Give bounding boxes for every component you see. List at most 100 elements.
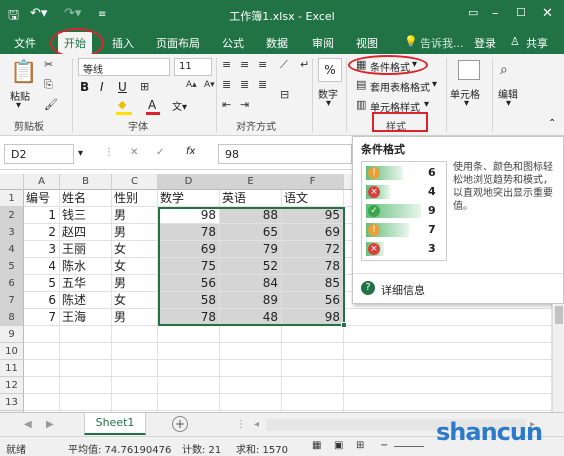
cell[interactable]	[112, 343, 158, 360]
cell[interactable]	[282, 377, 344, 394]
cell[interactable]: 女	[112, 292, 158, 309]
formula-options-icon[interactable]: ⋮	[104, 147, 114, 158]
cell-style-icon[interactable]: ▥	[356, 98, 366, 111]
table-format-dropdown-icon[interactable]: ▾	[432, 79, 437, 90]
cell[interactable]: 79	[220, 241, 282, 258]
cell[interactable]	[60, 360, 112, 377]
underline-button[interactable]: U	[118, 80, 127, 94]
help-icon[interactable]: ?	[361, 281, 375, 295]
fill-handle[interactable]	[341, 322, 347, 328]
tab-file[interactable]: 文件	[14, 35, 36, 51]
cell[interactable]	[112, 377, 158, 394]
cell[interactable]: 58	[158, 292, 220, 309]
cell[interactable]	[344, 326, 552, 343]
cell[interactable]	[220, 360, 282, 377]
column-header[interactable]: C	[112, 174, 158, 190]
wrap-text-icon[interactable]: ↵	[300, 58, 309, 71]
font-name-box[interactable]: 等线	[78, 58, 170, 76]
minimize-icon[interactable]: –	[492, 6, 499, 21]
cell[interactable]: 78	[158, 224, 220, 241]
cell[interactable]: 85	[282, 275, 344, 292]
row-header[interactable]: 13	[0, 394, 24, 411]
zoom-slider[interactable]	[394, 446, 424, 447]
enter-icon[interactable]: ✓	[156, 147, 164, 158]
grow-font-icon[interactable]: A▴	[186, 80, 197, 90]
cell[interactable]: 男	[112, 207, 158, 224]
details-link[interactable]: 详细信息	[381, 282, 425, 298]
cell[interactable]: 52	[220, 258, 282, 275]
cut-icon[interactable]: ✂	[44, 58, 53, 71]
cell[interactable]: 女	[112, 258, 158, 275]
percent-icon[interactable]: %	[318, 58, 342, 82]
cell[interactable]	[344, 343, 552, 360]
orientation-icon[interactable]: ⟋	[280, 58, 288, 72]
insert-function-icon[interactable]: fx	[186, 146, 195, 157]
cell[interactable]: 陈述	[60, 292, 112, 309]
number-dropdown-icon[interactable]: ▾	[326, 98, 331, 109]
cell-style-dropdown-icon[interactable]: ▾	[424, 99, 429, 110]
cell[interactable]	[158, 394, 220, 411]
cell[interactable]: 数学	[158, 190, 220, 207]
cell[interactable]: 69	[282, 224, 344, 241]
cell[interactable]: 88	[220, 207, 282, 224]
cell[interactable]: 编号	[24, 190, 60, 207]
cell[interactable]	[24, 394, 60, 411]
row-header[interactable]: 2	[0, 207, 24, 224]
cell[interactable]: 赵四	[60, 224, 112, 241]
ribbon-options-icon[interactable]: ▭	[468, 6, 478, 19]
cell[interactable]	[60, 343, 112, 360]
column-header[interactable]: B	[60, 174, 112, 190]
row-header[interactable]: 8	[0, 309, 24, 326]
cell[interactable]	[282, 394, 344, 411]
phonetic-icon[interactable]: 文▾	[172, 98, 187, 113]
user-icon[interactable]: ♙	[510, 35, 520, 48]
page-break-view-icon[interactable]: ⊞	[356, 440, 364, 451]
cell[interactable]	[220, 343, 282, 360]
cell[interactable]	[220, 377, 282, 394]
cell[interactable]: 男	[112, 309, 158, 326]
cell[interactable]: 78	[158, 309, 220, 326]
row-header[interactable]: 4	[0, 241, 24, 258]
formula-input[interactable]: 98	[218, 144, 352, 164]
row-header[interactable]: 10	[0, 343, 24, 360]
cell[interactable]	[60, 326, 112, 343]
cell[interactable]: 陈水	[60, 258, 112, 275]
cell[interactable]	[344, 360, 552, 377]
vertical-scrollbar[interactable]	[552, 304, 564, 412]
cell[interactable]	[344, 309, 552, 326]
row-header[interactable]: 1	[0, 190, 24, 207]
paste-icon[interactable]: 📋	[10, 60, 37, 85]
cell[interactable]: 女	[112, 241, 158, 258]
align-right-icon[interactable]: ≣	[258, 78, 267, 91]
tab-page-layout[interactable]: 页面布局	[156, 35, 200, 51]
edit-dropdown-icon[interactable]: ▾	[506, 98, 511, 109]
cell[interactable]: 78	[282, 258, 344, 275]
cell[interactable]	[112, 394, 158, 411]
cell[interactable]: 56	[158, 275, 220, 292]
tell-me-box[interactable]: 告诉我...	[420, 35, 464, 51]
sheet-tab[interactable]: Sheet1	[84, 413, 146, 435]
cell[interactable]	[24, 360, 60, 377]
cell[interactable]: 5	[24, 275, 60, 292]
cell[interactable]	[60, 377, 112, 394]
cell[interactable]: 语文	[282, 190, 344, 207]
font-color-button[interactable]: A	[148, 98, 156, 112]
column-header[interactable]: A	[24, 174, 60, 190]
tab-insert[interactable]: 插入	[112, 35, 134, 51]
cell[interactable]	[282, 360, 344, 377]
row-header[interactable]: 12	[0, 377, 24, 394]
cell[interactable]: 6	[24, 292, 60, 309]
column-header[interactable]: E	[220, 174, 282, 190]
cell[interactable]: 性别	[112, 190, 158, 207]
tab-formulas[interactable]: 公式	[222, 35, 244, 51]
collapse-ribbon-icon[interactable]: ⌃	[548, 118, 556, 129]
page-layout-view-icon[interactable]: ▣	[334, 440, 343, 451]
cell[interactable]	[24, 377, 60, 394]
row-header[interactable]: 11	[0, 360, 24, 377]
paste-dropdown-icon[interactable]: ▾	[16, 100, 21, 111]
name-box-dropdown-icon[interactable]: ▾	[78, 148, 83, 159]
sheet-options-icon[interactable]: ⋮	[236, 419, 246, 430]
cell[interactable]: 48	[220, 309, 282, 326]
share-button[interactable]: 共享	[526, 35, 548, 51]
cell[interactable]: 72	[282, 241, 344, 258]
